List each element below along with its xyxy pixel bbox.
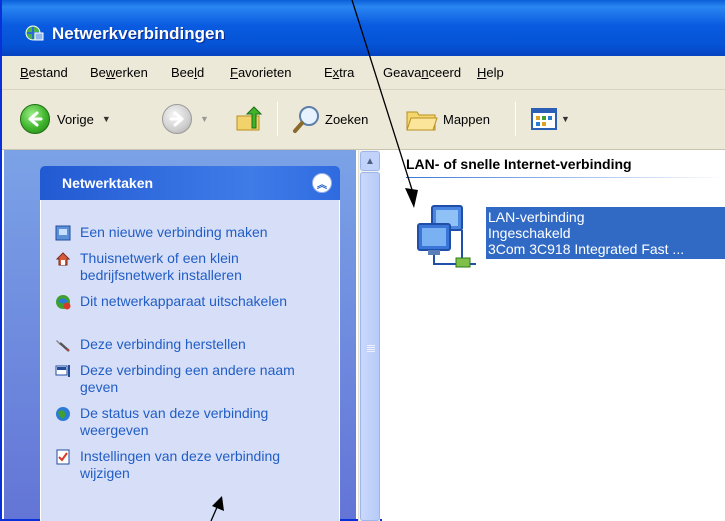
connection-device: 3Com 3C918 Integrated Fast ... [488, 241, 685, 257]
disable-device-icon [56, 295, 71, 310]
task-settings[interactable]: Instellingen van deze verbinding wijzige… [55, 448, 320, 482]
home-network-icon [55, 252, 71, 266]
folder-up-icon [236, 106, 263, 131]
menu-beeld[interactable]: Beeld [171, 65, 204, 80]
folders-icon [406, 111, 438, 131]
menu-bestand[interactable]: Bestand [20, 65, 68, 80]
repair-icon [56, 340, 70, 352]
new-connection-icon [55, 225, 71, 241]
search-icon [293, 106, 319, 133]
menu-help[interactable]: Help [477, 65, 504, 80]
connection-label[interactable]: LAN-verbinding Ingeschakeld 3Com 3C918 I… [486, 207, 725, 259]
task-home-network[interactable]: Thuisnetwerk of een klein bedrijfsnetwer… [55, 250, 320, 284]
vertical-scrollbar[interactable]: ▲ [358, 150, 380, 521]
title-bar[interactable]: Netwerkverbindingen [2, 0, 725, 56]
task-rename[interactable]: Deze verbinding een andere naam geven [55, 362, 320, 396]
back-label: Vorige [57, 111, 94, 127]
group-header: LAN- of snelle Internet-verbinding [406, 156, 632, 172]
task-new-connection[interactable]: Een nieuwe verbinding maken [55, 224, 320, 241]
forward-button[interactable]: ▼ [162, 104, 209, 134]
rename-icon [55, 365, 70, 377]
lan-connection-icon[interactable] [412, 202, 478, 270]
scroll-up-icon[interactable]: ▲ [360, 151, 380, 171]
task-disable-device[interactable]: Dit netwerkapparaat uitschakelen [55, 293, 320, 310]
connection-name: LAN-verbinding [488, 209, 585, 225]
menu-favorieten[interactable]: Favorieten [230, 65, 291, 80]
menu-extra[interactable]: Extra [324, 65, 354, 80]
task-pane: Netwerktaken ︽ Een nieuwe verbinding mak… [4, 150, 356, 521]
views-dropdown-icon[interactable]: ▼ [561, 114, 570, 124]
up-button[interactable] [234, 104, 264, 134]
task-pane-title: Netwerktaken [62, 175, 154, 191]
back-button[interactable]: Vorige ▼ [20, 104, 111, 134]
search-button[interactable]: Zoeken [292, 104, 368, 134]
network-connections-icon [25, 25, 44, 41]
views-icon [531, 108, 557, 130]
task-pane-header[interactable]: Netwerktaken ︽ [40, 166, 340, 200]
collapse-chevron-icon[interactable]: ︽ [312, 173, 332, 193]
window-title: Netwerkverbindingen [52, 24, 225, 43]
explorer-window: Netwerkverbindingen Bestand Bewerken Bee… [0, 0, 725, 521]
forward-dropdown-icon[interactable]: ▼ [200, 114, 209, 124]
connection-status: Ingeschakeld [488, 225, 571, 241]
forward-arrow-icon [162, 104, 192, 134]
toolbar: Vorige ▼ ▼ Zoeken Mappen ▼ [2, 90, 725, 150]
menu-bewerken[interactable]: Bewerken [90, 65, 148, 80]
menu-bar: Bestand Bewerken Beeld Favorieten Extra … [2, 56, 725, 90]
status-icon [56, 407, 70, 421]
menu-geavanceerd[interactable]: Geavanceerd [383, 65, 461, 80]
task-list: Een nieuwe verbinding maken Thuisnetwerk… [40, 200, 340, 521]
folders-button[interactable]: Mappen [405, 104, 490, 134]
task-status[interactable]: De status van deze verbinding weergeven [55, 405, 320, 439]
content-area: LAN- of snelle Internet-verbinding LAN-v… [382, 150, 725, 521]
views-button[interactable]: ▼ [529, 104, 570, 134]
scrollbar-thumb[interactable] [360, 172, 380, 521]
back-arrow-icon [20, 104, 50, 134]
search-label: Zoeken [325, 111, 369, 127]
task-repair[interactable]: Deze verbinding herstellen [55, 336, 320, 353]
settings-icon [56, 449, 70, 465]
back-dropdown-icon[interactable]: ▼ [102, 114, 111, 124]
folders-label: Mappen [443, 111, 490, 127]
